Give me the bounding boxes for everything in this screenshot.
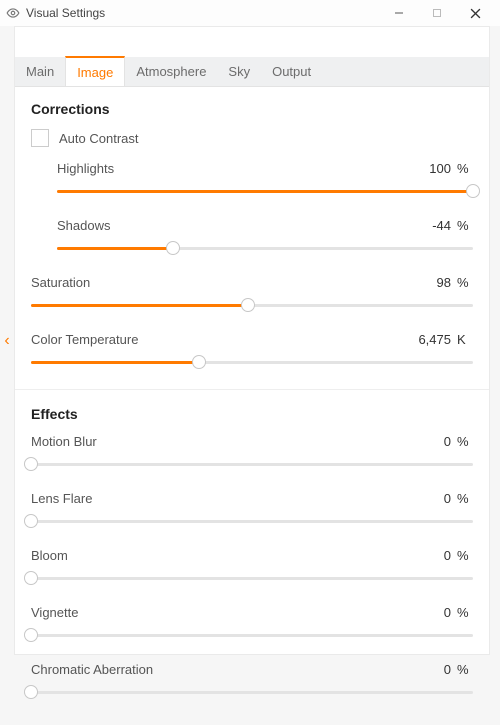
lensflare-unit: % [457,491,473,506]
bloom-value: 0 [444,548,451,563]
chromab-slider[interactable] [31,683,473,701]
chromab-unit: % [457,662,473,677]
bloom-label: Bloom [31,548,68,563]
bloom-slider[interactable] [31,569,473,587]
colortemp-unit: K [457,332,473,347]
shadows-slider[interactable] [57,239,473,257]
settings-panel: Main Image Atmosphere Sky Output Correct… [14,26,490,655]
colortemp-row: Color Temperature 6,475 K [31,332,473,371]
saturation-row: Saturation 98 % [31,275,473,314]
tab-image[interactable]: Image [65,56,125,86]
tab-output[interactable]: Output [261,57,322,86]
maximize-button[interactable] [418,0,456,26]
chromab-label: Chromatic Aberration [31,662,153,677]
section-title-corrections: Corrections [31,101,473,117]
saturation-label: Saturation [31,275,90,290]
shadows-row: Shadows -44 % [31,218,473,257]
tab-atmosphere[interactable]: Atmosphere [125,57,217,86]
bloom-unit: % [457,548,473,563]
shadows-unit: % [457,218,473,233]
highlights-label: Highlights [57,161,114,176]
chevron-left-icon: ‹ [4,333,9,349]
auto-contrast-checkbox[interactable] [31,129,49,147]
tab-content: Corrections Auto Contrast Highlights 100… [15,87,489,725]
tab-sky[interactable]: Sky [217,57,261,86]
vignette-slider[interactable] [31,626,473,644]
bloom-row: Bloom 0 % [31,548,473,587]
window-controls [380,0,494,26]
shadows-label: Shadows [57,218,110,233]
lensflare-value: 0 [444,491,451,506]
saturation-unit: % [457,275,473,290]
auto-contrast-row: Auto Contrast [31,129,473,147]
motionblur-row: Motion Blur 0 % [31,434,473,473]
lensflare-label: Lens Flare [31,491,92,506]
vignette-value: 0 [444,605,451,620]
motionblur-value: 0 [444,434,451,449]
lensflare-row: Lens Flare 0 % [31,491,473,530]
highlights-value: 100 [429,161,451,176]
highlights-slider[interactable] [57,182,473,200]
saturation-slider[interactable] [31,296,473,314]
shadows-value: -44 [432,218,451,233]
motionblur-label: Motion Blur [31,434,97,449]
auto-contrast-label: Auto Contrast [59,131,139,146]
tabbar: Main Image Atmosphere Sky Output [15,57,489,87]
lensflare-slider[interactable] [31,512,473,530]
vignette-label: Vignette [31,605,78,620]
vignette-unit: % [457,605,473,620]
chromab-value: 0 [444,662,451,677]
titlebar: Visual Settings [0,0,500,26]
panel-header-spacer [15,27,489,57]
motionblur-unit: % [457,434,473,449]
highlights-row: Highlights 100 % [31,161,473,200]
highlights-unit: % [457,161,473,176]
section-divider [15,389,489,390]
motionblur-slider[interactable] [31,455,473,473]
panel-collapse-rail[interactable]: ‹ [0,26,14,655]
tab-main[interactable]: Main [15,57,65,86]
colortemp-slider[interactable] [31,353,473,371]
vignette-row: Vignette 0 % [31,605,473,644]
app-icon [6,6,20,20]
section-title-effects: Effects [31,406,473,422]
window-title: Visual Settings [26,6,105,20]
close-button[interactable] [456,0,494,26]
colortemp-label: Color Temperature [31,332,138,347]
saturation-value: 98 [437,275,451,290]
minimize-button[interactable] [380,0,418,26]
colortemp-value: 6,475 [418,332,451,347]
chromab-row: Chromatic Aberration 0 % [31,662,473,701]
